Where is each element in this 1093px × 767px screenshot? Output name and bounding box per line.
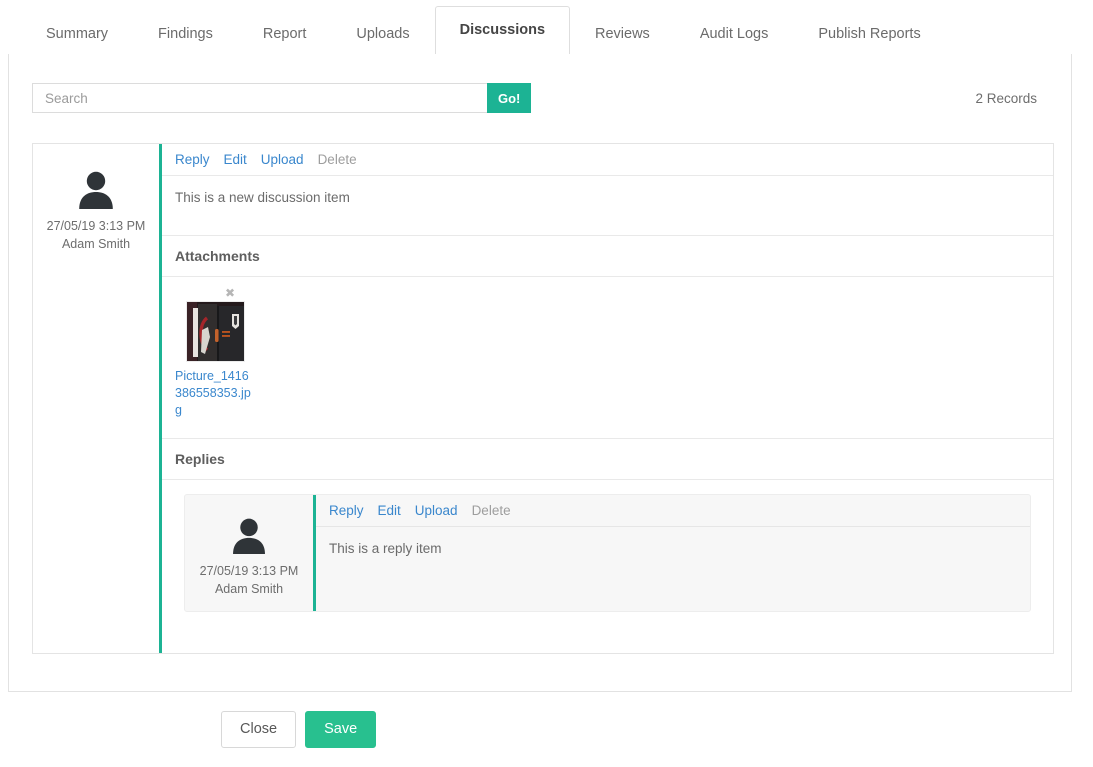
- attachments-heading: Attachments: [162, 236, 1053, 277]
- save-button[interactable]: Save: [305, 711, 377, 748]
- attachment-item: ✖ Picture_1416386558353.jpg: [175, 287, 251, 419]
- attachment-thumbnail[interactable]: [186, 301, 245, 362]
- discussion-timestamp: 27/05/19 3:13 PM: [46, 219, 146, 233]
- tab-bar: Summary Findings Report Uploads Discussi…: [8, 0, 1072, 55]
- reply-edit-link[interactable]: Edit: [378, 503, 401, 518]
- discussion-author: Adam Smith: [61, 237, 131, 252]
- user-avatar-icon: [233, 518, 265, 554]
- attachment-remove-close-icon[interactable]: ✖: [175, 287, 251, 301]
- tab-uploads[interactable]: Uploads: [331, 14, 434, 56]
- reply-author-block: 27/05/19 3:13 PM Adam Smith: [185, 495, 316, 611]
- tab-summary[interactable]: Summary: [21, 14, 133, 56]
- discussion-edit-link[interactable]: Edit: [224, 152, 247, 167]
- search-input[interactable]: [32, 83, 487, 113]
- records-count: 2 Records: [975, 90, 1037, 106]
- attachment-thumbnail-image: [187, 302, 244, 361]
- tab-label: Reviews: [595, 25, 650, 42]
- discussion-item: 27/05/19 3:13 PM Adam Smith Reply Edit U…: [32, 143, 1054, 654]
- discussion-upload-link[interactable]: Upload: [261, 152, 304, 167]
- user-avatar-icon: [79, 171, 113, 209]
- discussion-author-block: 27/05/19 3:13 PM Adam Smith: [33, 144, 162, 653]
- discussion-delete-link: Delete: [317, 152, 357, 167]
- reply-action-bar: Reply Edit Upload Delete: [316, 495, 1030, 527]
- tab-label: Audit Logs: [699, 25, 769, 42]
- tab-discussions[interactable]: Discussions: [434, 5, 571, 55]
- discussion-reply-link[interactable]: Reply: [175, 152, 210, 167]
- replies-heading: Replies: [162, 439, 1053, 480]
- reply-message: This is a reply item: [329, 541, 442, 556]
- attachments-list: ✖ Picture_1416386558353.jpg: [162, 277, 1053, 439]
- tab-label: Discussions: [459, 21, 546, 38]
- search-row: Go! 2 Records: [32, 83, 1050, 113]
- discussion-content: Reply Edit Upload Delete This is a new d…: [162, 144, 1053, 653]
- tab-label: Findings: [158, 25, 213, 42]
- tab-label: Uploads: [356, 25, 410, 42]
- search-go-button[interactable]: Go!: [487, 83, 532, 113]
- tab-label: Publish Reports: [818, 25, 921, 42]
- reply-reply-link[interactable]: Reply: [329, 503, 364, 518]
- reply-timestamp: 27/05/19 3:13 PM: [199, 564, 299, 578]
- tab-findings[interactable]: Findings: [133, 14, 238, 56]
- reply-upload-link[interactable]: Upload: [415, 503, 458, 518]
- footer-actions: Close Save: [0, 692, 1093, 767]
- replies-list: 27/05/19 3:13 PM Adam Smith Reply Edit U…: [162, 480, 1053, 612]
- reply-delete-link: Delete: [471, 503, 511, 518]
- reply-item: 27/05/19 3:13 PM Adam Smith Reply Edit U…: [184, 494, 1031, 612]
- tab-label: Report: [262, 25, 307, 42]
- reply-content: Reply Edit Upload Delete This is a reply…: [316, 495, 1030, 611]
- tab-publish-reports[interactable]: Publish Reports: [793, 14, 945, 56]
- discussion-message: This is a new discussion item: [162, 176, 1053, 236]
- close-button[interactable]: Close: [221, 711, 297, 748]
- discussions-page: Summary Findings Report Uploads Discussi…: [0, 0, 1093, 767]
- reply-author: Adam Smith: [214, 582, 284, 597]
- tab-reviews[interactable]: Reviews: [570, 14, 675, 56]
- tab-audit-logs[interactable]: Audit Logs: [675, 14, 794, 56]
- tab-label: Summary: [46, 25, 109, 42]
- discussions-panel: Go! 2 Records 27/05/19 3:13 PM Adam Smit…: [8, 54, 1072, 692]
- tab-report[interactable]: Report: [238, 14, 332, 56]
- discussion-action-bar: Reply Edit Upload Delete: [162, 144, 1053, 176]
- attachment-filename-link[interactable]: Picture_1416386558353.jpg: [175, 368, 251, 419]
- search-group: Go!: [32, 83, 532, 113]
